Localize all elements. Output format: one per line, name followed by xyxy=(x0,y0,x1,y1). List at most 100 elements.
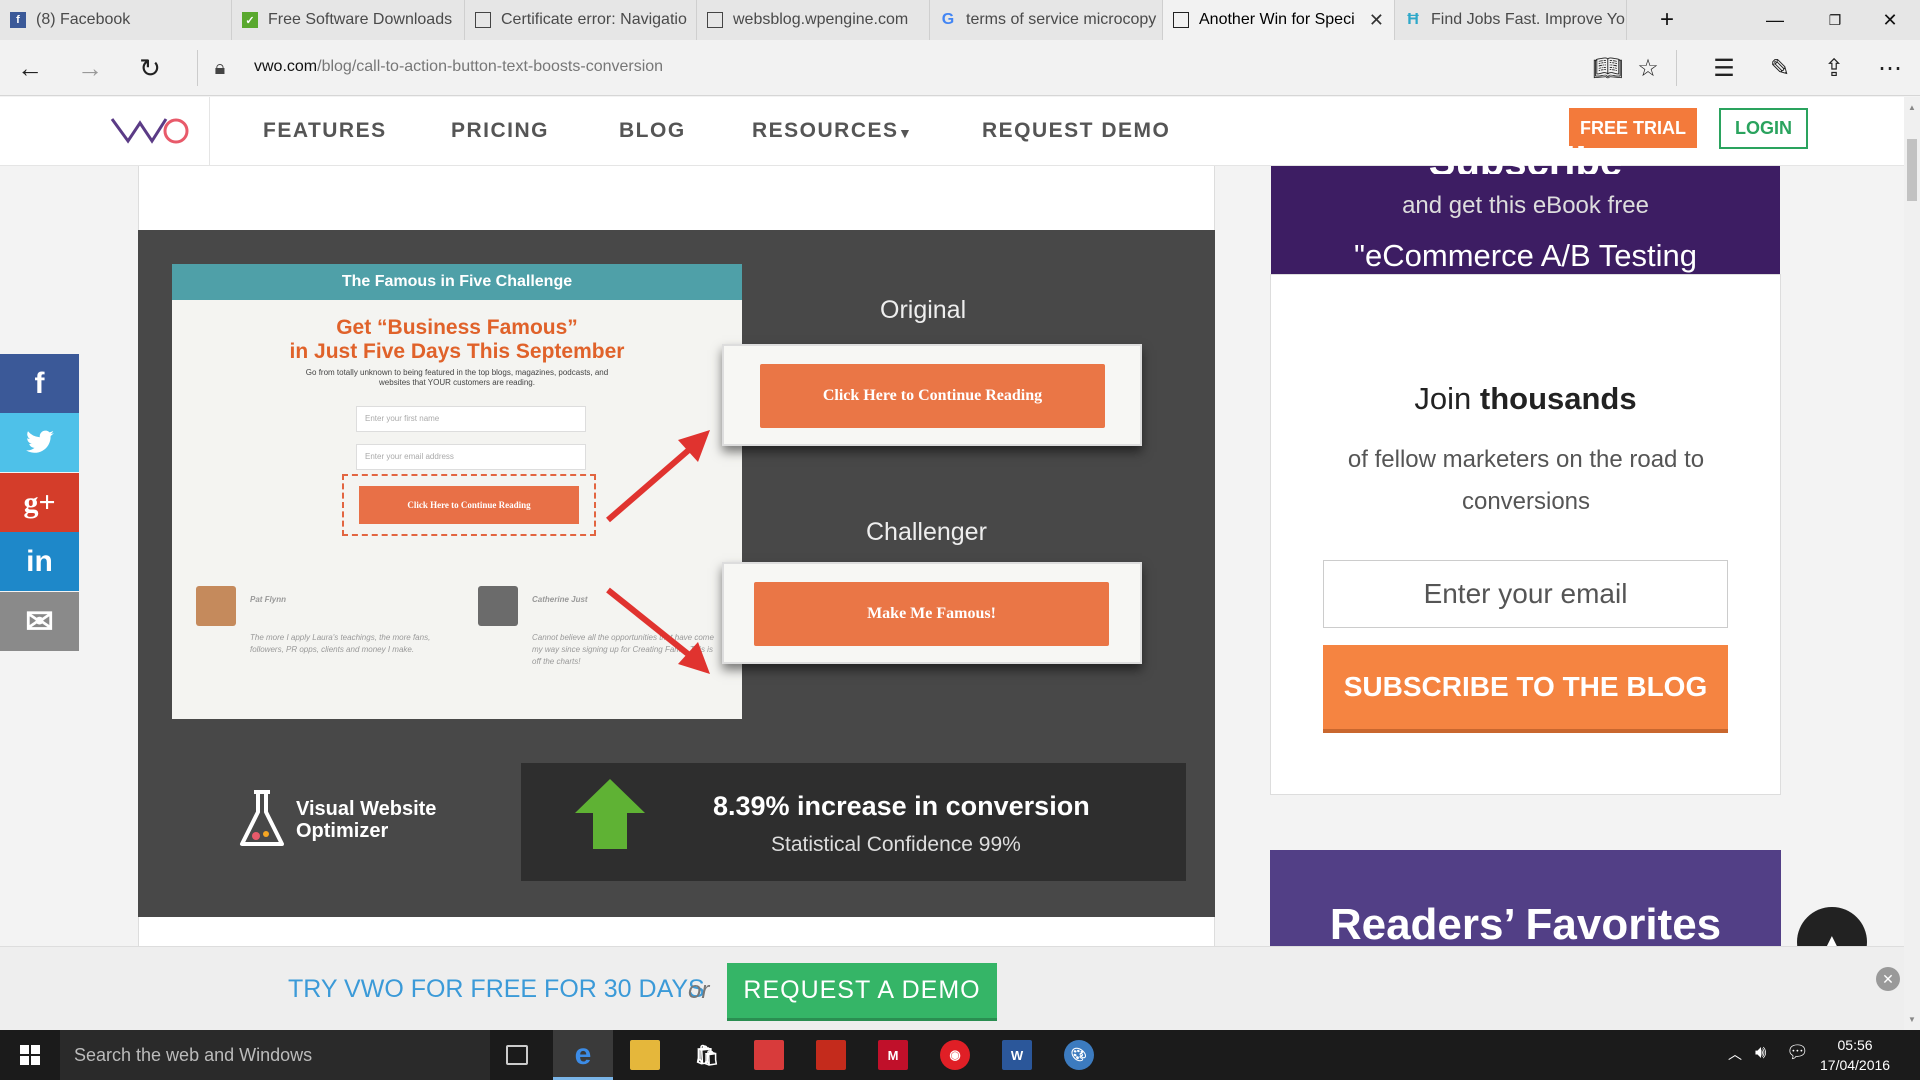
pdf-app-icon[interactable] xyxy=(816,1040,846,1070)
close-window-icon[interactable]: ✕ xyxy=(1860,0,1920,40)
tab-title: Certificate error: Navigatio xyxy=(501,11,687,28)
forward-arrow-icon[interactable]: → xyxy=(70,48,110,88)
up-arrow-icon xyxy=(575,779,645,849)
task-view-icon[interactable] xyxy=(506,1045,528,1065)
linkedin-share-icon[interactable]: in xyxy=(0,532,79,591)
landing-header: The Famous in Five Challenge xyxy=(172,264,742,300)
reading-view-icon[interactable]: 📖︎ xyxy=(1588,48,1628,88)
tab-google-terms[interactable]: G terms of service microcopy xyxy=(930,0,1163,40)
taskbar-search[interactable]: Search the web and Windows xyxy=(60,1030,490,1080)
try-free-link[interactable]: TRY VWO FOR FREE FOR 30 DAYS xyxy=(288,975,705,1004)
login-button[interactable]: LOGIN xyxy=(1719,108,1808,149)
chevron-up-tray-icon[interactable]: ︿ xyxy=(1728,1044,1742,1064)
edge-icon: e xyxy=(574,1038,592,1071)
minimize-icon[interactable]: — xyxy=(1745,0,1805,40)
join-subtext: of fellow marketers on the road to conve… xyxy=(1347,446,1705,515)
taskbar-clock[interactable]: 05:56 17/04/2016 xyxy=(1820,1035,1890,1075)
store-icon[interactable]: 🛍︎ xyxy=(692,1040,722,1070)
nav-blog[interactable]: BLOG xyxy=(619,119,686,143)
clock-date: 17/04/2016 xyxy=(1820,1057,1891,1073)
facebook-share-icon[interactable]: f xyxy=(0,354,79,413)
join-bold-text: thousands xyxy=(1479,381,1637,416)
tab-free-software-downloads[interactable]: ✓ Free Software Downloads xyxy=(232,0,465,40)
tab-certificate-error[interactable]: Certificate error: Navigatio xyxy=(465,0,697,40)
scroll-down-icon[interactable]: ▼ xyxy=(1908,1015,1916,1024)
landing-title-line-2: in Just Five Days This September xyxy=(289,340,625,363)
windows-start-icon[interactable] xyxy=(20,1045,40,1065)
url-host: vwo.com xyxy=(254,58,318,75)
tab-websblog[interactable]: websblog.wpengine.com xyxy=(697,0,930,40)
tab-title: terms of service microcopy xyxy=(966,11,1157,28)
word-icon[interactable]: W xyxy=(1002,1040,1032,1070)
testimonial-name: Pat Flynn xyxy=(250,595,287,604)
readers-favorites-title: Readers’ Favorites xyxy=(1329,900,1722,946)
landing-name-input: Enter your first name xyxy=(356,406,586,432)
tab-title: Free Software Downloads xyxy=(268,11,453,28)
url-path: /blog/call-to-action-button-text-boosts-… xyxy=(317,58,664,75)
twitter-bird-icon xyxy=(25,430,54,453)
divider xyxy=(1676,50,1677,86)
favorite-star-icon[interactable]: ☆ xyxy=(1628,48,1668,88)
vwo-brand-line-2: Optimizer xyxy=(296,820,389,842)
share-icon[interactable]: ⇪ xyxy=(1814,48,1854,88)
twitter-share-icon[interactable] xyxy=(0,413,79,472)
refresh-icon[interactable]: ↻ xyxy=(130,48,170,88)
googleplus-share-icon[interactable]: g+ xyxy=(0,473,79,532)
email-input[interactable] xyxy=(1323,560,1728,628)
landing-email-input: Enter your email address xyxy=(356,444,586,470)
tab-title: Another Win for Speci xyxy=(1199,11,1355,28)
nav-features[interactable]: FEATURES xyxy=(263,119,387,143)
nav-resources[interactable]: RESOURCES xyxy=(752,119,899,143)
testimonial-text: The more I apply Laura's teachings, the … xyxy=(250,633,431,654)
clock-time: 05:56 xyxy=(1837,1037,1873,1053)
notifications-icon[interactable]: 💬︎ xyxy=(1786,1042,1809,1063)
new-tab-button[interactable]: + xyxy=(1637,0,1697,40)
volume-icon[interactable]: 🔊︎ xyxy=(1755,1042,1766,1063)
back-arrow-icon[interactable]: ← xyxy=(10,48,50,88)
subscribe-subtitle: and get this eBook free xyxy=(1402,192,1649,219)
subscribe-header: Subscribe and get this eBook free "eComm… xyxy=(1271,144,1780,274)
flask-icon xyxy=(240,790,284,846)
original-label: Original xyxy=(880,296,967,324)
result-box: 8.39% increase in conversion Statistical… xyxy=(521,763,1186,881)
mcafee-icon[interactable]: M xyxy=(878,1040,908,1070)
divider xyxy=(197,50,198,86)
edge-taskbar-item[interactable]: e xyxy=(553,1030,613,1080)
books-app-icon[interactable] xyxy=(754,1040,784,1070)
jobs-site-icon: Ħ xyxy=(1407,11,1419,28)
tab-title: websblog.wpengine.com xyxy=(733,11,909,28)
email-share-icon[interactable]: ✉ xyxy=(0,592,79,651)
media-app-icon[interactable]: ◉ xyxy=(940,1040,970,1070)
tab-another-win[interactable]: Another Win for Speci ✕ xyxy=(1163,0,1395,40)
result-headline: 8.39% increase in conversion xyxy=(713,791,1090,821)
tab-facebook[interactable]: f (8) Facebook xyxy=(0,0,232,40)
web-note-icon[interactable]: ✎ xyxy=(1760,48,1800,88)
scroll-up-icon[interactable]: ▲ xyxy=(1908,103,1916,112)
download-site-icon: ✓ xyxy=(242,12,258,28)
subscribe-title-partial: Subscribe xyxy=(1271,144,1780,174)
lock-icon: 🔒︎ xyxy=(214,56,226,79)
subscribe-button[interactable]: SUBSCRIBE TO THE BLOG xyxy=(1323,645,1728,733)
request-demo-button[interactable]: REQUEST A DEMO xyxy=(727,963,997,1021)
paint-app-icon[interactable]: 🎨︎ xyxy=(1064,1040,1094,1070)
page-scrollbar[interactable]: ▲ ▼ xyxy=(1904,97,1920,1030)
nav-pricing[interactable]: PRICING xyxy=(451,119,549,143)
vwo-brand-line-1: Visual Website xyxy=(296,798,437,820)
free-trial-button[interactable]: FREE TRIAL xyxy=(1569,108,1697,148)
more-icon[interactable]: ⋯ xyxy=(1870,48,1910,88)
hub-icon[interactable]: ☰ xyxy=(1704,48,1744,88)
file-explorer-icon[interactable] xyxy=(630,1040,660,1070)
close-bar-icon[interactable]: ✕ xyxy=(1876,967,1900,991)
close-tab-icon[interactable]: ✕ xyxy=(1369,10,1384,31)
nav-request-demo[interactable]: REQUEST DEMO xyxy=(982,119,1170,143)
url-field[interactable]: vwo.com/blog/call-to-action-button-text-… xyxy=(254,58,663,76)
chevron-down-icon[interactable]: ▼ xyxy=(898,125,912,141)
vwo-brand: Visual Website Optimizer xyxy=(296,798,436,842)
tab-title: (8) Facebook xyxy=(36,11,131,28)
restore-icon[interactable]: ❐ xyxy=(1805,0,1865,40)
challenger-variant-button: Make Me Famous! xyxy=(754,582,1109,646)
landing-subtitle: Go from totally unknown to being feature… xyxy=(305,368,609,387)
vwo-logo[interactable] xyxy=(110,113,194,149)
tab-find-jobs[interactable]: Ħ Find Jobs Fast. Improve Yo xyxy=(1395,0,1627,40)
scrollbar-thumb[interactable] xyxy=(1907,139,1917,201)
